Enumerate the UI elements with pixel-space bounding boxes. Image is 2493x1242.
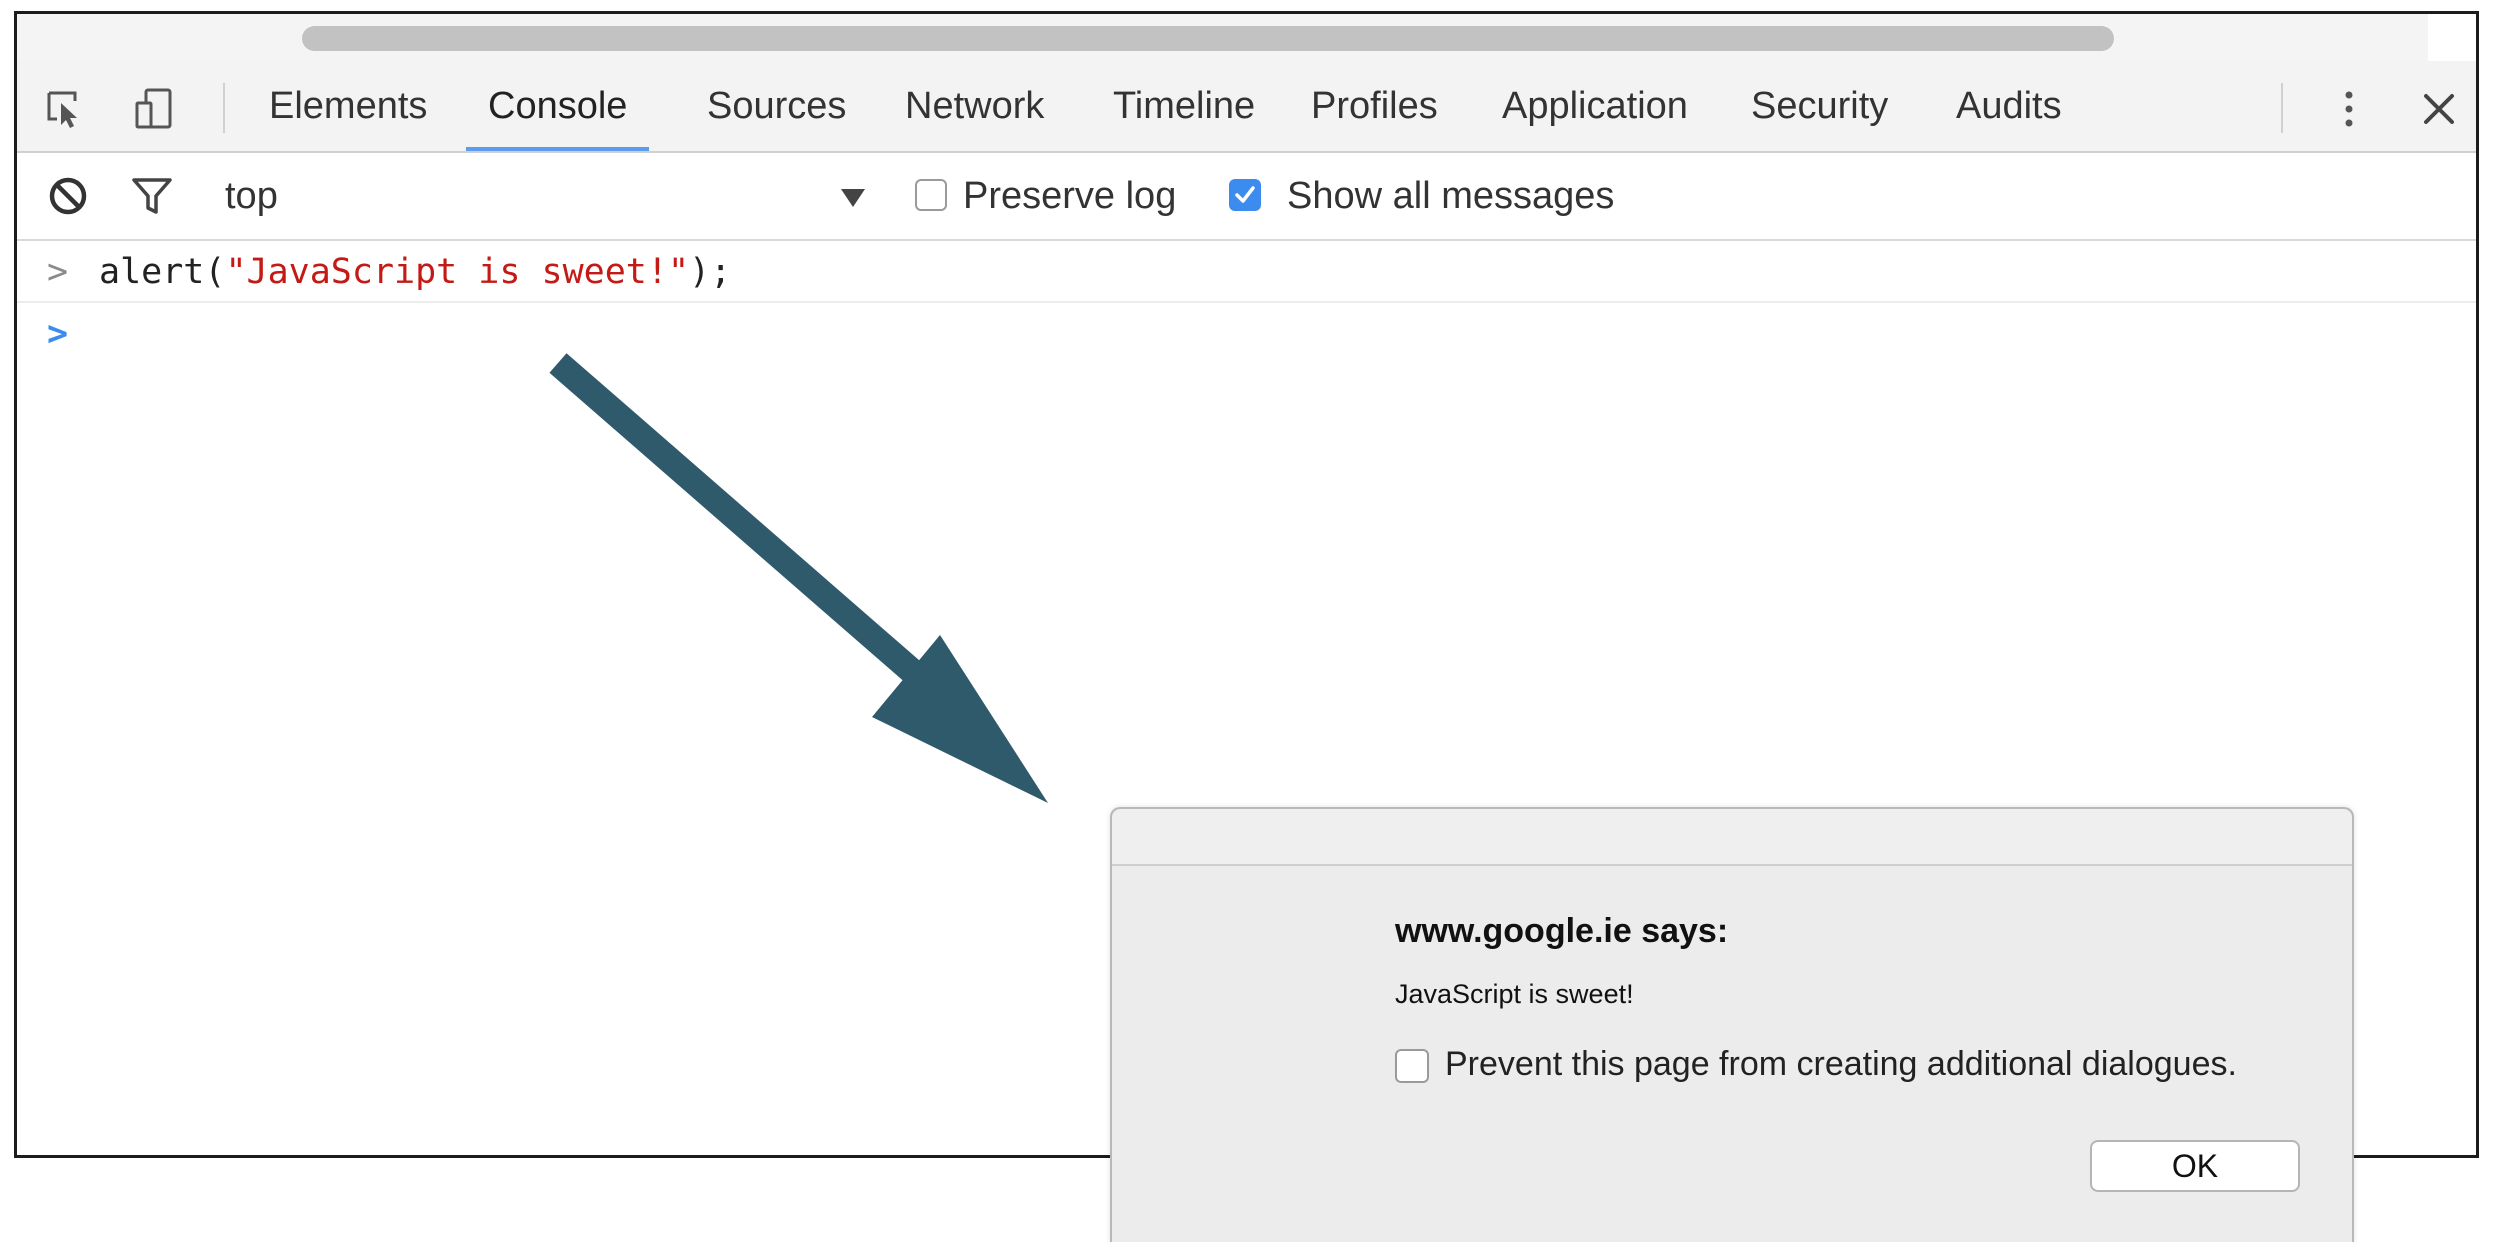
close-icon[interactable] — [2417, 87, 2461, 131]
preserve-log-label: Preserve log — [963, 175, 1177, 217]
tab-console[interactable]: Console — [466, 61, 650, 151]
console-code[interactable]: alert("JavaScript is sweet!"); — [99, 241, 731, 303]
tab-elements[interactable]: Elements — [247, 61, 449, 151]
dialog-message: JavaScript is sweet! — [1395, 979, 1634, 1009]
tab-audits[interactable]: Audits — [1934, 61, 2084, 151]
device-mode-icon[interactable] — [133, 87, 177, 131]
input-caret: > — [47, 252, 69, 292]
tab-timeline[interactable]: Timeline — [1091, 61, 1277, 151]
show-all-messages-checkbox[interactable] — [1229, 179, 1261, 211]
horizontal-scrollbar[interactable] — [17, 14, 2476, 61]
toolbar-divider — [223, 83, 225, 133]
prevent-dialogs-checkbox[interactable] — [1395, 1049, 1429, 1083]
code-suffix: ); — [689, 252, 732, 292]
devtools-tab-bar: Elements Console Sources Network Timelin… — [17, 61, 2476, 153]
inspect-element-icon[interactable] — [43, 87, 87, 131]
console-toolbar: top Preserve log Show all messages — [17, 153, 2476, 241]
more-vertical-icon[interactable] — [2327, 87, 2371, 131]
prevent-dialogs-label[interactable]: Prevent this page from creating addition… — [1445, 1045, 2237, 1084]
console-prompt-line[interactable]: > — [17, 303, 2476, 365]
scrollbar-corner — [2428, 14, 2476, 61]
tab-security[interactable]: Security — [1729, 61, 1910, 151]
tab-network[interactable]: Network — [883, 61, 1066, 151]
show-all-messages-label: Show all messages — [1287, 175, 1615, 217]
code-string: "JavaScript is sweet!" — [225, 252, 690, 292]
prompt-caret: > — [47, 314, 69, 354]
console-input-line: > alert("JavaScript is sweet!"); — [17, 241, 2476, 303]
ok-button[interactable]: OK — [2090, 1140, 2300, 1192]
context-selector[interactable]: top — [225, 153, 278, 239]
preserve-log-checkbox[interactable] — [915, 179, 947, 211]
alert-dialog: www.google.ie says: JavaScript is sweet!… — [1110, 807, 2354, 1242]
tab-sources[interactable]: Sources — [685, 61, 868, 151]
tab-application[interactable]: Application — [1480, 61, 1710, 151]
clear-console-icon[interactable] — [45, 173, 91, 219]
checkmark-icon — [1235, 186, 1255, 203]
code-prefix: alert( — [99, 252, 226, 292]
dialog-titlebar[interactable] — [1112, 809, 2352, 866]
dialog-title: www.google.ie says: — [1395, 912, 1729, 950]
dropdown-triangle-icon[interactable] — [839, 187, 867, 209]
tab-profiles[interactable]: Profiles — [1289, 61, 1460, 151]
annotation-arrow — [549, 353, 1048, 803]
scrollbar-thumb[interactable] — [302, 26, 2114, 51]
toolbar-divider — [2281, 83, 2283, 133]
screenshot-stage: Elements Console Sources Network Timelin… — [0, 0, 2493, 1242]
filter-icon[interactable] — [129, 173, 175, 219]
